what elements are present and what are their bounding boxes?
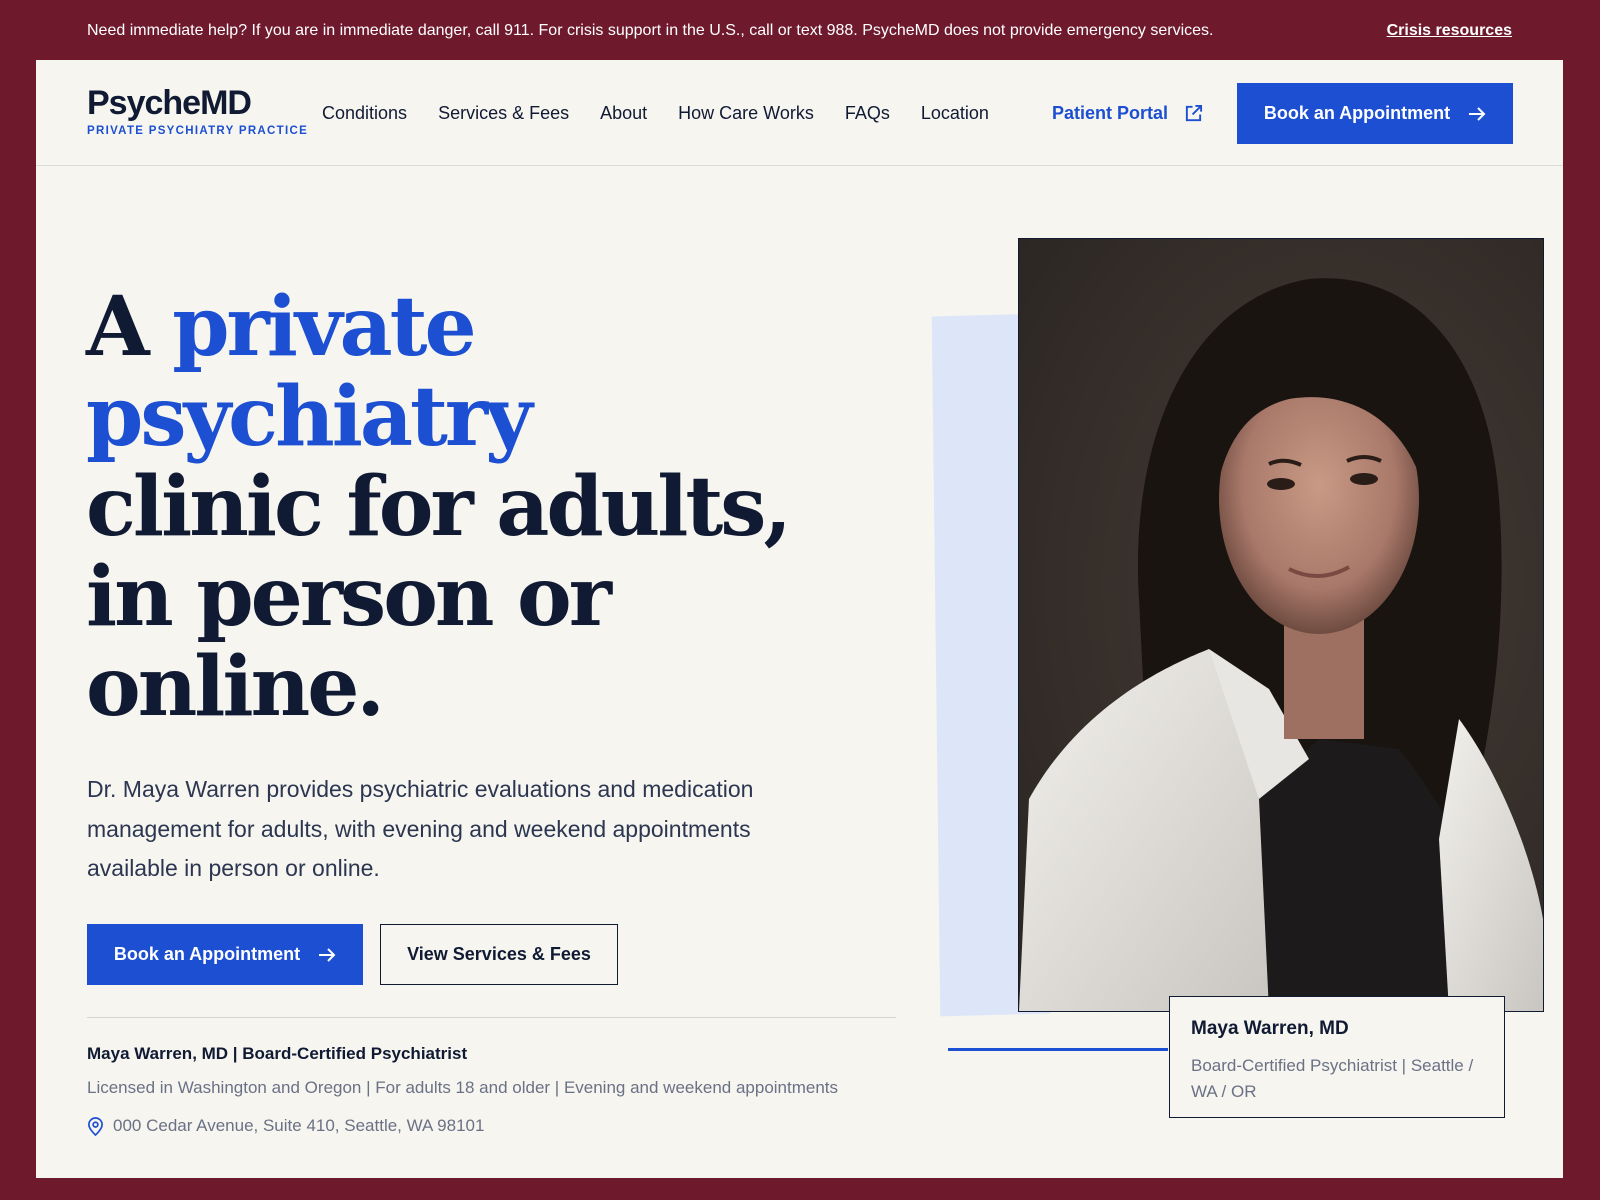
view-services-fees-button[interactable]: View Services & Fees — [380, 924, 618, 985]
photo-caption-card: Maya Warren, MD Board-Certified Psychiat… — [1169, 996, 1505, 1118]
credentials-details: Licensed in Washington and Oregon | For … — [87, 1078, 839, 1097]
crisis-message: Need immediate help? If you are in immed… — [87, 22, 1214, 39]
divider — [87, 1017, 896, 1018]
headline-line-4: in person or — [86, 549, 612, 645]
main-nav: Conditions Services & Fees About How Car… — [322, 103, 1020, 124]
logo-tagline: PRIVATE PSYCHIATRY PRACTICE — [87, 125, 309, 137]
caption-accent-line — [948, 1048, 1168, 1051]
crisis-resources-link[interactable]: Crisis resources — [1387, 22, 1512, 40]
hero-lead: Dr. Maya Warren provides psychiatric eva… — [87, 776, 754, 881]
header-book-appointment-label: Book an Appointment — [1263, 103, 1451, 123]
headline-accent-psychiatry: psychiatry — [86, 369, 533, 465]
logo[interactable]: PsycheMD PRIVATE PSYCHIATRY PRACTICE — [87, 84, 308, 137]
patient-portal-link[interactable]: Patient Portal — [1052, 103, 1203, 124]
arrow-right-icon — [1469, 106, 1486, 121]
logo-name: PsycheMD — [87, 84, 252, 122]
hero-book-appointment-button[interactable]: Book an Appointment — [87, 924, 363, 985]
headline-line-3: clinic for adults, — [86, 459, 792, 555]
nav-item-conditions[interactable]: Conditions — [322, 103, 407, 124]
nav-item-faqs[interactable]: FAQs — [845, 103, 890, 124]
nav-item-services-fees[interactable]: Services & Fees — [438, 103, 569, 124]
headline-accent-private: private — [172, 279, 477, 375]
doctor-portrait — [1018, 238, 1544, 1012]
nav-item-location[interactable]: Location — [921, 103, 989, 124]
hero-headline: A private psychiatry clinic for adults, in … — [86, 279, 792, 735]
nav-item-about[interactable]: About — [600, 103, 647, 124]
location-pin-icon — [88, 1116, 103, 1136]
portrait-illustration — [1019, 278, 1543, 1011]
credentials-title: Maya Warren, MD | Board-Certified Psychi… — [87, 1044, 468, 1063]
caption-role: Board-Certified Psychiatrist | Seattle /… — [1191, 1056, 1474, 1101]
hero-book-appointment-label: Book an Appointment — [113, 944, 301, 964]
patient-portal-label: Patient Portal — [1052, 103, 1169, 123]
caption-name: Maya Warren, MD — [1191, 1018, 1349, 1039]
headline-word-a: A — [86, 279, 150, 375]
header-book-appointment-button[interactable]: Book an Appointment — [1237, 83, 1513, 144]
clinic-address: 000 Cedar Avenue, Suite 410, Seattle, WA… — [87, 1116, 484, 1136]
external-link-icon — [1185, 104, 1203, 122]
crisis-bar: Need immediate help? If you are in immed… — [0, 0, 1600, 60]
arrow-right-icon — [319, 947, 336, 962]
site-header: PsycheMD PRIVATE PSYCHIATRY PRACTICE Con… — [36, 60, 1563, 166]
headline-line-5: online. — [86, 639, 385, 735]
address-text: 000 Cedar Avenue, Suite 410, Seattle, WA… — [113, 1116, 485, 1135]
page-frame: PsycheMD PRIVATE PSYCHIATRY PRACTICE Con… — [36, 60, 1563, 1178]
nav-item-how-care-works[interactable]: How Care Works — [678, 103, 814, 124]
